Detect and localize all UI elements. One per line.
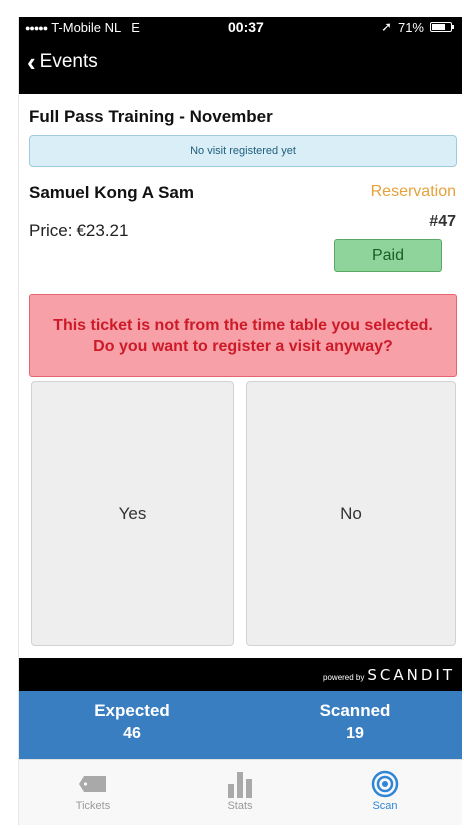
ticket-type: Reservation — [370, 183, 456, 200]
expected-label: Expected — [94, 701, 170, 720]
scanned-label: Scanned — [319, 701, 391, 720]
scandit-brand: SCANDIT — [367, 666, 455, 684]
tab-scan[interactable]: Scan — [325, 768, 445, 812]
signal-dots-icon: ●●●●● — [25, 22, 48, 33]
visit-status-banner: No visit registered yet — [29, 135, 457, 167]
yes-button[interactable]: Yes — [31, 381, 234, 646]
tab-stats-label: Stats — [227, 800, 253, 812]
location-arrow-icon: ➚ — [381, 19, 392, 34]
powered-by-bar: powered by SCANDIT — [19, 658, 462, 691]
tab-tickets-label: Tickets — [75, 800, 111, 812]
bar-chart-icon — [180, 768, 300, 800]
ticket-number: #47 — [429, 213, 456, 230]
status-right: ➚ 71% — [381, 19, 454, 35]
ticket-price: Price: €23.21 — [29, 221, 128, 241]
back-button[interactable]: ‹ Events — [27, 47, 98, 77]
expected-value: 46 — [123, 725, 141, 742]
scanned-value: 19 — [346, 725, 364, 742]
expected-count: Expected 46 — [32, 701, 232, 743]
warning-message: This ticket is not from the time table y… — [53, 316, 433, 355]
timetable-warning: This ticket is not from the time table y… — [29, 294, 457, 377]
battery-icon — [430, 22, 454, 32]
carrier-name: T-Mobile NL — [51, 20, 122, 35]
price-value: €23.21 — [76, 221, 129, 240]
clock: 00:37 — [228, 19, 264, 35]
back-label: Events — [39, 51, 98, 72]
tab-stats[interactable]: Stats — [180, 768, 300, 812]
price-label: Price: — [29, 221, 73, 240]
yes-label: Yes — [118, 503, 147, 523]
powered-by-prefix: powered by — [323, 673, 365, 682]
tab-tickets[interactable]: Tickets — [33, 768, 153, 812]
ticket-holder-name: Samuel Kong A Sam — [29, 183, 194, 202]
carrier-info: ●●●●● T-Mobile NL E — [25, 20, 140, 35]
network-type: E — [131, 20, 140, 35]
scan-target-icon — [325, 768, 445, 800]
powered-by-logo: powered by SCANDIT — [323, 666, 455, 684]
ticket-icon — [33, 768, 153, 800]
status-bar: ●●●●● T-Mobile NL E 00:37 ➚ 71% — [19, 17, 462, 39]
event-title: Full Pass Training - November — [29, 107, 273, 126]
app-screen: ●●●●● T-Mobile NL E 00:37 ➚ 71% ‹ Events… — [18, 17, 462, 825]
battery-fill — [432, 24, 445, 30]
top-bar: ●●●●● T-Mobile NL E 00:37 ➚ 71% ‹ Events — [19, 17, 462, 94]
no-button[interactable]: No — [246, 381, 456, 646]
tab-scan-label: Scan — [372, 800, 398, 812]
scanned-count: Scanned 19 — [255, 701, 455, 743]
payment-status-badge: Paid — [334, 239, 442, 272]
battery-percent: 71% — [397, 19, 424, 35]
chevron-left-icon: ‹ — [27, 47, 36, 77]
counts-bar: Expected 46 Scanned 19 — [19, 691, 462, 759]
no-label: No — [340, 503, 362, 523]
tab-bar: Tickets Stats Scan — [19, 759, 462, 825]
